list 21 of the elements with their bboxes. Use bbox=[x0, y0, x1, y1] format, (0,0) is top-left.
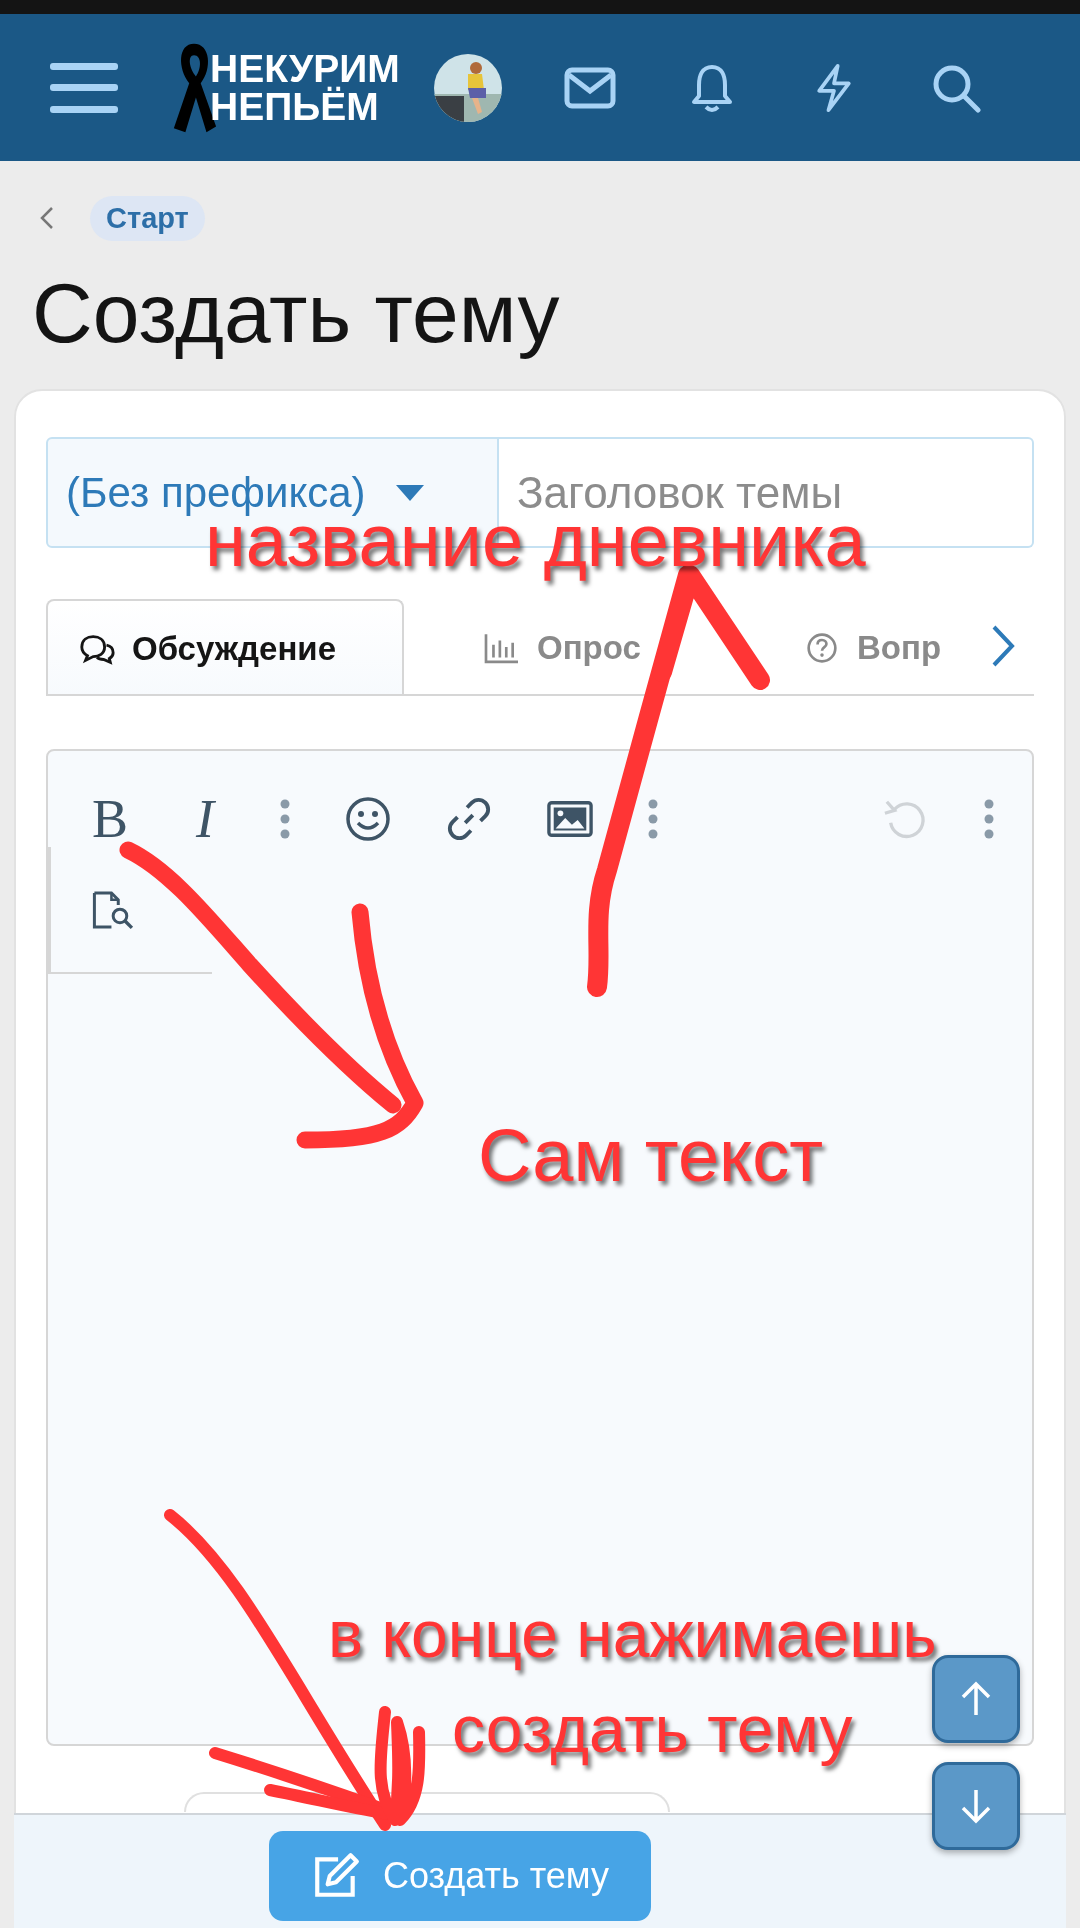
annotation-text: Сам текст bbox=[478, 1115, 824, 1197]
chevron-right-icon[interactable] bbox=[990, 624, 1016, 668]
more-icon[interactable] bbox=[648, 799, 658, 839]
annotation-text: в конце нажимаешь bbox=[328, 1598, 937, 1671]
comments-icon bbox=[78, 632, 116, 665]
scroll-up-button[interactable] bbox=[932, 1655, 1020, 1743]
more-icon[interactable] bbox=[984, 799, 994, 839]
back-icon[interactable] bbox=[40, 206, 54, 230]
bold-button[interactable]: B bbox=[90, 788, 130, 850]
smiley-icon[interactable] bbox=[345, 796, 391, 842]
link-icon[interactable] bbox=[446, 796, 492, 842]
tab[interactable]: Обсуждение bbox=[46, 599, 404, 694]
italic-button[interactable]: I bbox=[185, 788, 225, 850]
menu-icon[interactable] bbox=[50, 62, 118, 113]
logo-text[interactable]: НЕПЬЁМ bbox=[210, 87, 400, 126]
caret-icon bbox=[395, 484, 424, 501]
breadcrumb-link[interactable]: Старт bbox=[90, 195, 205, 241]
more-icon[interactable] bbox=[280, 799, 290, 839]
scroll-down-button[interactable] bbox=[932, 1762, 1020, 1850]
page-title: Создать тему bbox=[32, 265, 561, 362]
bar-chart-icon bbox=[483, 631, 521, 664]
